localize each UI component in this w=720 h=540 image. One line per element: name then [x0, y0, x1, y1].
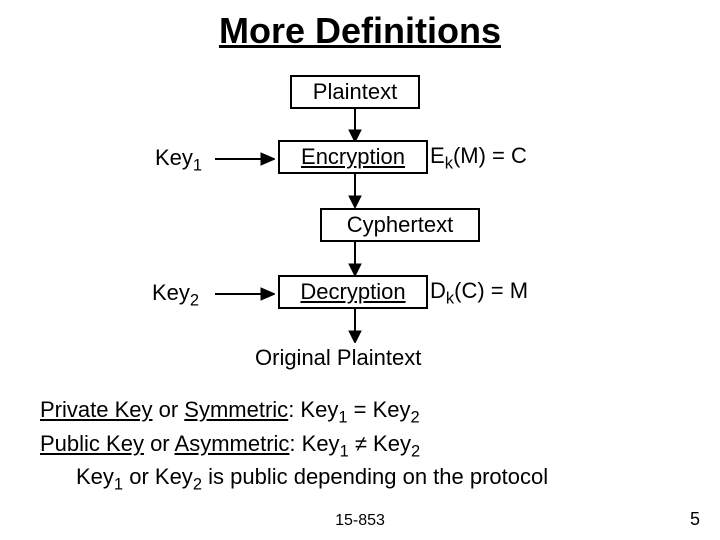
decryption-label: Decryption — [300, 279, 405, 304]
slide: More Definitions Plaintext Key1 Encrypti… — [0, 0, 720, 540]
key1-label: Key1 — [155, 145, 202, 175]
decryption-box: Decryption — [278, 275, 428, 309]
footer-page-number: 5 — [690, 509, 700, 530]
footer-center: 15-853 — [0, 512, 720, 530]
decryption-formula: Dk(C) = M — [430, 278, 528, 308]
encryption-formula: Ek(M) = C — [430, 143, 527, 173]
body-text: Private Key or Symmetric: Key1 = Key2 Pu… — [40, 395, 680, 496]
line-key-public: Key1 or Key2 is public depending on the … — [40, 462, 680, 496]
line-private-key: Private Key or Symmetric: Key1 = Key2 — [40, 395, 680, 429]
arrow-key1-to-encryption — [215, 152, 275, 166]
cyphertext-label: Cyphertext — [347, 212, 453, 237]
arrow-key2-to-decryption — [215, 287, 275, 301]
original-plaintext-label: Original Plaintext — [255, 345, 421, 371]
slide-title: More Definitions — [0, 10, 720, 52]
arrow-decryption-to-original — [348, 309, 362, 343]
arrow-plaintext-to-encryption — [348, 108, 362, 142]
encryption-box: Encryption — [278, 140, 428, 174]
key2-label: Key2 — [152, 280, 199, 310]
arrow-cyphertext-to-decryption — [348, 242, 362, 276]
arrow-encryption-to-cyphertext — [348, 174, 362, 208]
plaintext-label: Plaintext — [313, 79, 397, 104]
line-public-key: Public Key or Asymmetric: Key1 ≠ Key2 — [40, 429, 680, 463]
encryption-label: Encryption — [301, 144, 405, 169]
plaintext-box: Plaintext — [290, 75, 420, 109]
cyphertext-box: Cyphertext — [320, 208, 480, 242]
